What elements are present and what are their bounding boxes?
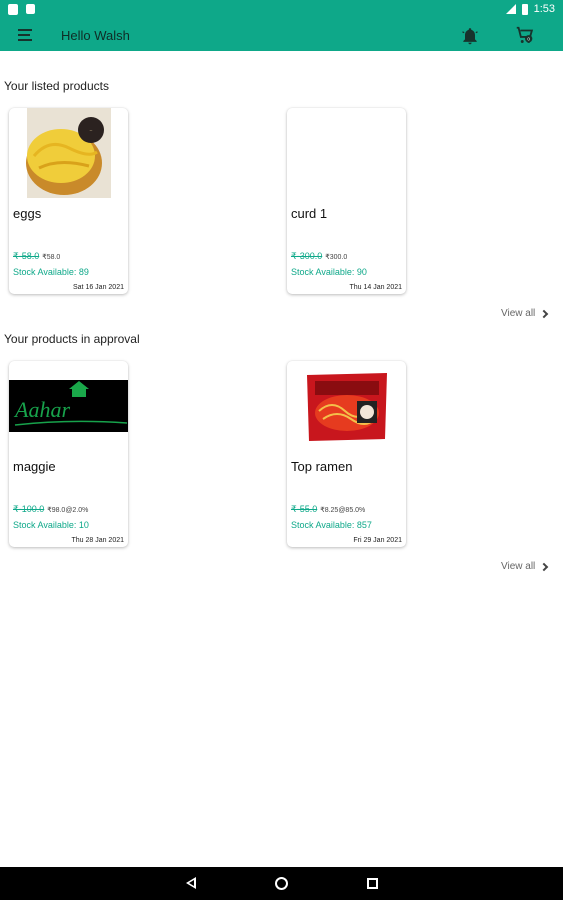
product-image-empty [287, 108, 406, 203]
home-circle-icon[interactable] [275, 877, 288, 890]
status-notification-icons [8, 4, 35, 15]
view-all-listed-link[interactable]: View all [501, 308, 549, 319]
price-original: ₹-58.0 [13, 251, 40, 261]
signal-icon [505, 4, 516, 14]
listing-date: Sat 16 Jan 2021 [73, 284, 124, 291]
stock-available: Stock Available: 89 [13, 267, 89, 277]
price-current: ₹300.0 [325, 254, 348, 261]
app-bar: Hello Walsh 0 [0, 20, 563, 51]
price-original: ₹-100.0 [13, 504, 45, 514]
product-price: ₹-300.0 ₹300.0 [291, 251, 347, 262]
view-all-approval-link[interactable]: View all [501, 561, 549, 572]
battery-icon [521, 3, 528, 15]
product-image: Aahar [9, 380, 128, 432]
navigation-bar [0, 867, 563, 900]
price-current: ₹58.0 [42, 254, 61, 261]
hamburger-menu-icon[interactable] [18, 29, 32, 41]
price-original: ₹-55.0 [291, 504, 318, 514]
product-name: Top ramen [291, 459, 353, 474]
price-current: ₹8.25@85.0% [320, 507, 366, 514]
product-image [307, 373, 387, 441]
app-title: Hello Walsh [61, 28, 130, 43]
price-original: ₹-300.0 [291, 251, 323, 261]
product-price: ₹-55.0 ₹8.25@85.0% [291, 504, 365, 515]
bell-icon[interactable] [460, 26, 480, 46]
svg-text:~: ~ [90, 129, 93, 134]
product-image: ~ [26, 108, 111, 198]
notification-icon [26, 4, 35, 14]
stock-available: Stock Available: 857 [291, 520, 372, 530]
listing-date: Thu 14 Jan 2021 [349, 284, 402, 291]
product-name: curd 1 [291, 206, 328, 221]
view-all-label: View all [501, 561, 536, 572]
listing-date: Thu 28 Jan 2021 [71, 537, 124, 544]
product-card[interactable]: curd 1 ₹-300.0 ₹300.0 Stock Available: 90… [287, 108, 406, 294]
product-card[interactable]: Top ramen ₹-55.0 ₹8.25@85.0% Stock Availa… [287, 361, 406, 547]
product-price: ₹-100.0 ₹98.0@2.0% [13, 504, 88, 515]
chevron-right-icon [540, 309, 549, 318]
recents-square-icon[interactable] [367, 878, 378, 889]
product-name: eggs [13, 206, 42, 221]
cart-icon[interactable]: 0 [514, 25, 536, 47]
product-card[interactable]: Aahar maggie ₹-100.0 ₹98.0@2.0% Stock Ava… [9, 361, 128, 547]
section-title-listed: Your listed products [4, 79, 109, 93]
price-current: ₹98.0@2.0% [47, 507, 89, 514]
product-card[interactable]: ~ eggs ₹-58.0 ₹58.0 Stock Available: 89 S… [9, 108, 128, 294]
stock-available: Stock Available: 90 [291, 267, 367, 277]
back-triangle-icon[interactable] [186, 877, 196, 889]
svg-text:Aahar: Aahar [13, 397, 70, 422]
stock-available: Stock Available: 10 [13, 520, 89, 530]
product-name: maggie [13, 459, 56, 474]
product-price: ₹-58.0 ₹58.0 [13, 251, 60, 262]
view-all-label: View all [501, 308, 536, 319]
section-title-approval: Your products in approval [4, 332, 140, 346]
chevron-right-icon [540, 562, 549, 571]
status-bar: 1:53 [0, 0, 563, 20]
notification-icon [8, 4, 18, 15]
status-system-icons: 1:53 [505, 3, 555, 15]
listing-date: Fri 29 Jan 2021 [353, 537, 402, 544]
status-time: 1:53 [533, 3, 555, 15]
